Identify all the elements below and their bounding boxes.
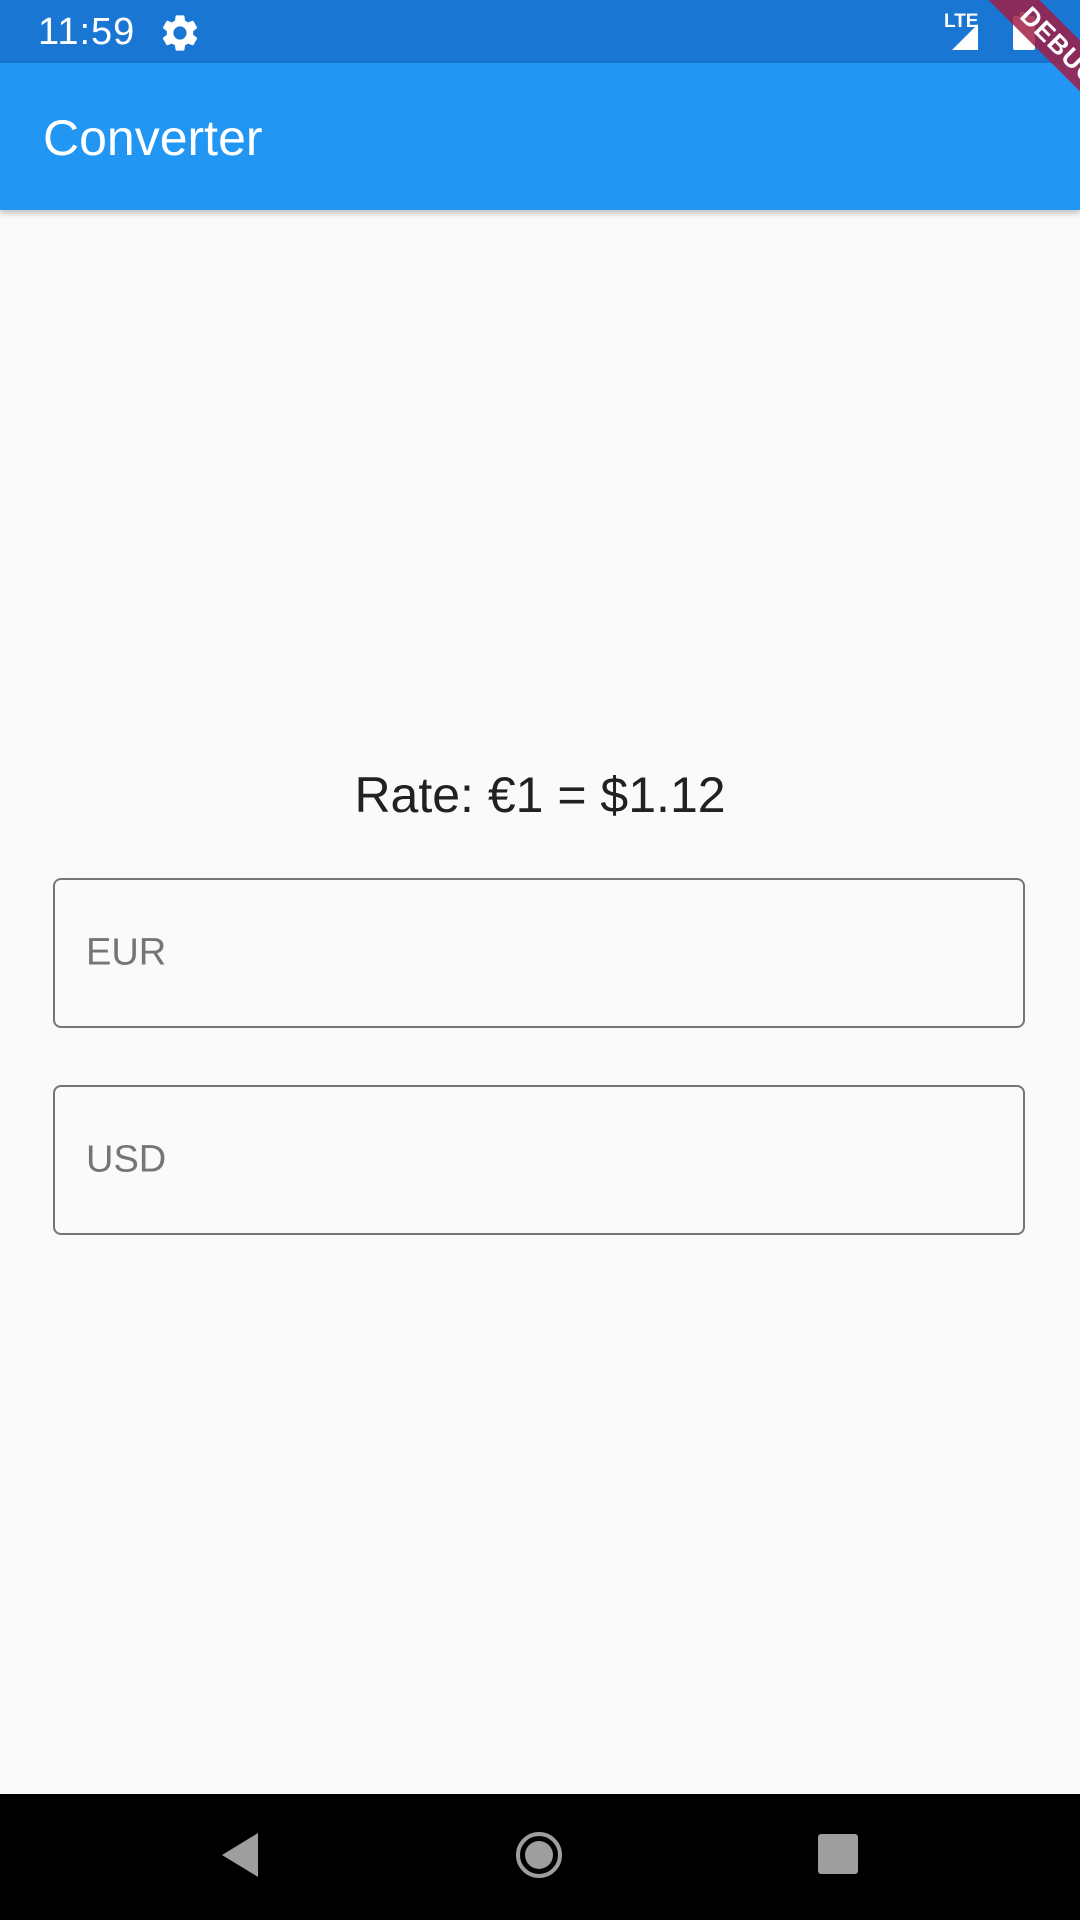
- recents-icon[interactable]: [818, 1834, 858, 1874]
- eur-field-label: EUR: [86, 931, 167, 974]
- status-bar: 11:59 LTE: [0, 0, 1080, 63]
- status-time: 11:59: [38, 11, 136, 53]
- home-icon[interactable]: [514, 1830, 564, 1880]
- gear-icon: [162, 15, 198, 51]
- navigation-bar: [0, 1794, 1080, 1920]
- signal-icon: [952, 24, 978, 50]
- app-title: Converter: [43, 110, 263, 166]
- back-icon[interactable]: [218, 1830, 262, 1880]
- usd-input-field[interactable]: USD: [53, 1085, 1025, 1235]
- app-screen: 11:59 LTE Converter DEBUG Rate: €1 = $1.…: [0, 0, 1080, 1920]
- app-bar: Converter: [0, 63, 1080, 210]
- exchange-rate-text: Rate: €1 = $1.12: [354, 767, 726, 823]
- usd-field-label: USD: [86, 1138, 167, 1181]
- eur-input-field[interactable]: EUR: [53, 878, 1025, 1028]
